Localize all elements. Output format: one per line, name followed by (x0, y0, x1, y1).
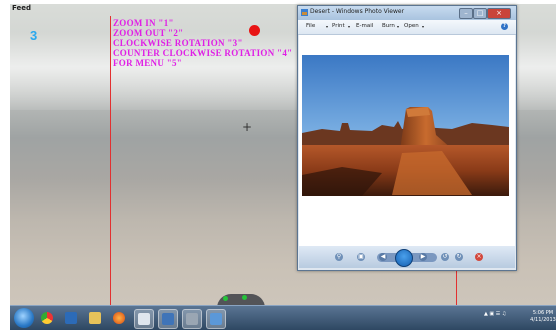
taskbar-app[interactable] (134, 309, 154, 329)
slideshow-button[interactable] (395, 249, 413, 267)
gesture-instruction: ZOOM IN "1" (113, 18, 174, 28)
start-button[interactable] (14, 308, 34, 328)
gesture-instruction: FOR MENU "5" (113, 58, 183, 68)
desert-photo (302, 55, 509, 196)
photo-viewer-window: Desert - Windows Photo Viewer – □ × File… (297, 5, 517, 271)
previous-icon[interactable]: ◀ (379, 253, 387, 261)
app-icon (162, 313, 174, 325)
help-button[interactable]: ? (501, 23, 508, 30)
clock[interactable]: 5:06 PM 4/11/2013 (530, 310, 556, 324)
tracking-point (249, 25, 260, 36)
delete-icon[interactable]: × (475, 253, 483, 261)
gesture-instruction: ZOOM OUT "2" (113, 28, 184, 38)
chrome-icon (41, 312, 53, 324)
menu-burn[interactable]: Burn (382, 23, 395, 29)
photo-viewer-titlebar[interactable]: Desert - Windows Photo Viewer – □ × (298, 6, 516, 20)
menu-print[interactable]: Print (332, 23, 345, 29)
maximize-button[interactable]: □ (473, 8, 487, 19)
next-icon[interactable]: ▶ (419, 253, 427, 261)
gesture-instruction: CLOCKWISE ROTATION "3" (113, 38, 243, 48)
photo-viewer-menubar: File ▾ Print ▾ E-mail Burn ▾ Open ▾ ? (298, 20, 516, 35)
gesture-count: 3 (30, 28, 38, 43)
taskbar-chrome[interactable] (38, 309, 56, 327)
photo-viewer-controls: ⚲ ▣ ◀ ▶ ↺ ↻ × (299, 246, 515, 268)
tracking-line-left (110, 16, 111, 316)
actual-size-icon[interactable]: ▣ (357, 253, 365, 261)
photo-viewer-title: Desert - Windows Photo Viewer (310, 8, 405, 15)
rotate-counterclockwise-icon[interactable]: ↺ (441, 253, 449, 261)
taskbar-firefox[interactable] (110, 309, 128, 327)
menu-email[interactable]: E-mail (356, 23, 373, 29)
clock-time: 5:06 PM (532, 310, 554, 316)
menu-open[interactable]: Open (404, 23, 419, 29)
fingertip-marker (242, 295, 247, 300)
clock-date: 4/11/2013 (530, 317, 556, 323)
taskbar-explorer[interactable] (86, 309, 104, 327)
minimize-button[interactable]: – (459, 8, 473, 19)
firefox-icon (113, 312, 125, 324)
menu-file[interactable]: File (306, 23, 315, 29)
system-tray[interactable]: ▲ ▣ ☰ ♫ (484, 311, 506, 317)
taskbar: ▲ ▣ ☰ ♫ 5:06 PM 4/11/2013 (10, 305, 556, 330)
fingertip-marker (223, 296, 228, 301)
taskbar-app[interactable] (158, 309, 178, 329)
photo-viewer-icon (301, 9, 308, 16)
folder-icon (89, 312, 101, 324)
taskbar-app[interactable] (182, 309, 202, 329)
media-player-icon (65, 312, 77, 324)
crosshair-icon: + (242, 120, 253, 134)
taskbar-media-player[interactable] (62, 309, 80, 327)
photo-viewer-icon (210, 313, 222, 325)
rotate-clockwise-icon[interactable]: ↻ (455, 253, 463, 261)
zoom-icon[interactable]: ⚲ (335, 253, 343, 261)
app-icon (138, 313, 150, 325)
taskbar-photo-viewer[interactable] (206, 309, 226, 329)
close-button[interactable]: × (487, 8, 511, 19)
gesture-instruction: COUNTER CLOCKWISE ROTATION "4" (113, 48, 293, 58)
app-icon (186, 313, 198, 325)
